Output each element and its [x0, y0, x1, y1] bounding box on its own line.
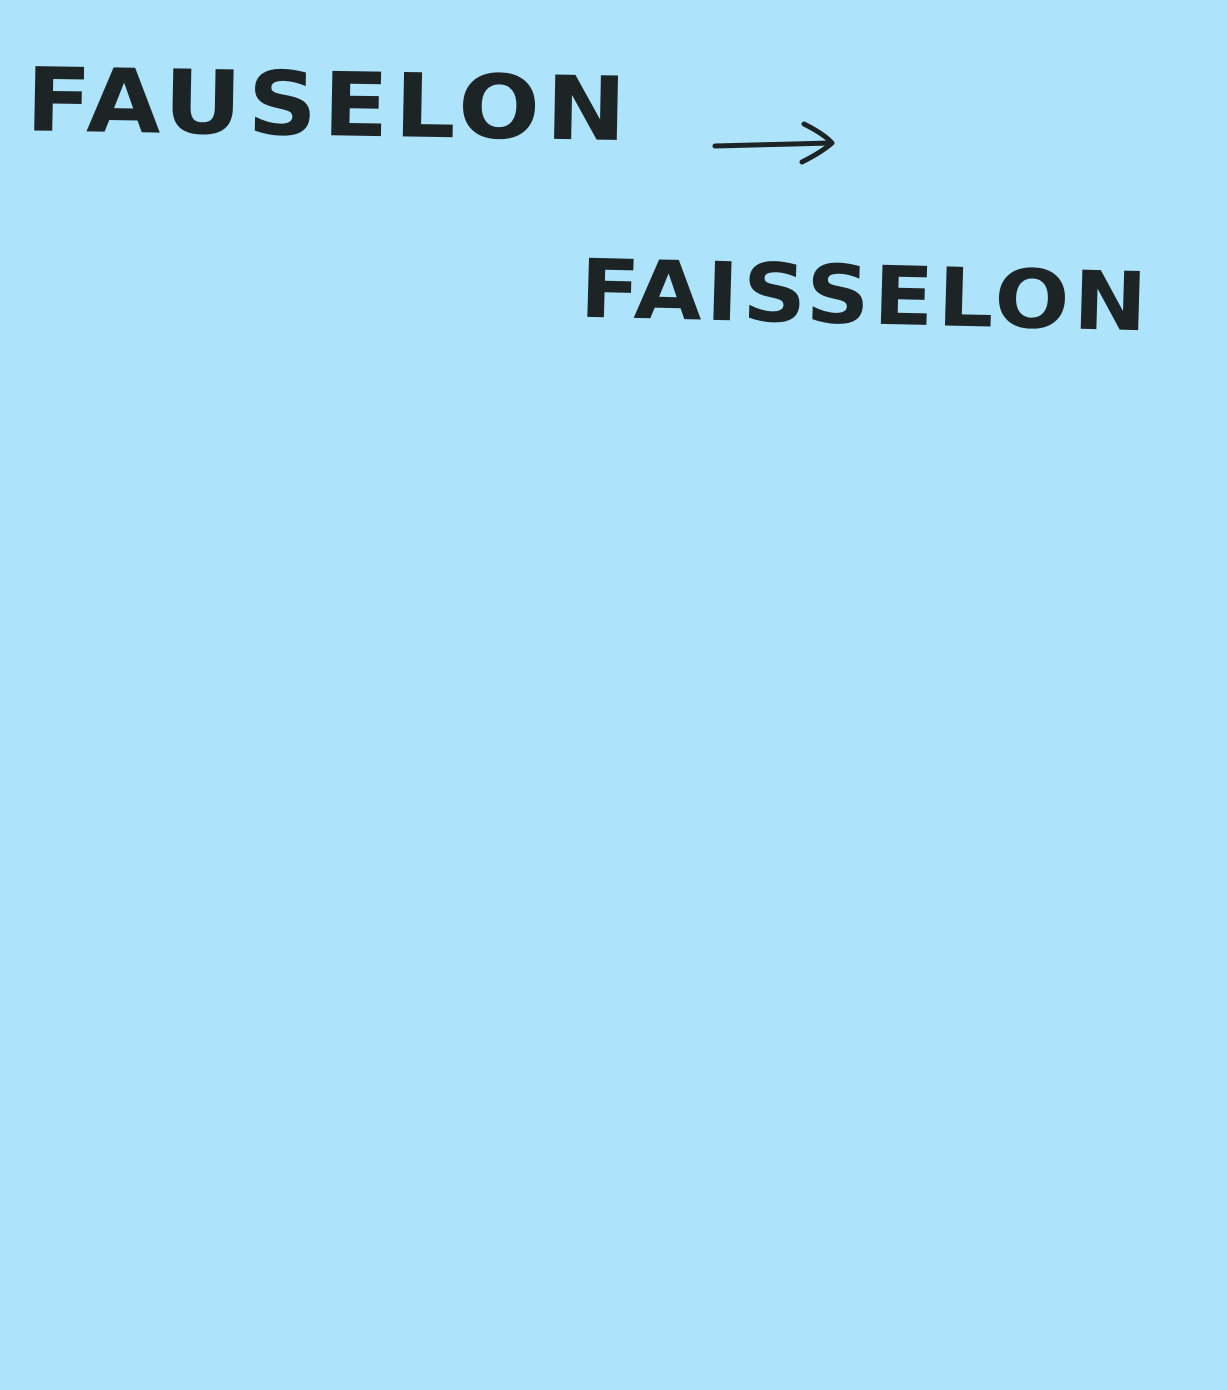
- target-word: FAISSELON: [578, 241, 1153, 350]
- sticky-note: FAUSELON FAISSELON: [0, 0, 1227, 1390]
- right-arrow-icon: [712, 121, 835, 165]
- source-word: FAUSELON: [25, 48, 634, 162]
